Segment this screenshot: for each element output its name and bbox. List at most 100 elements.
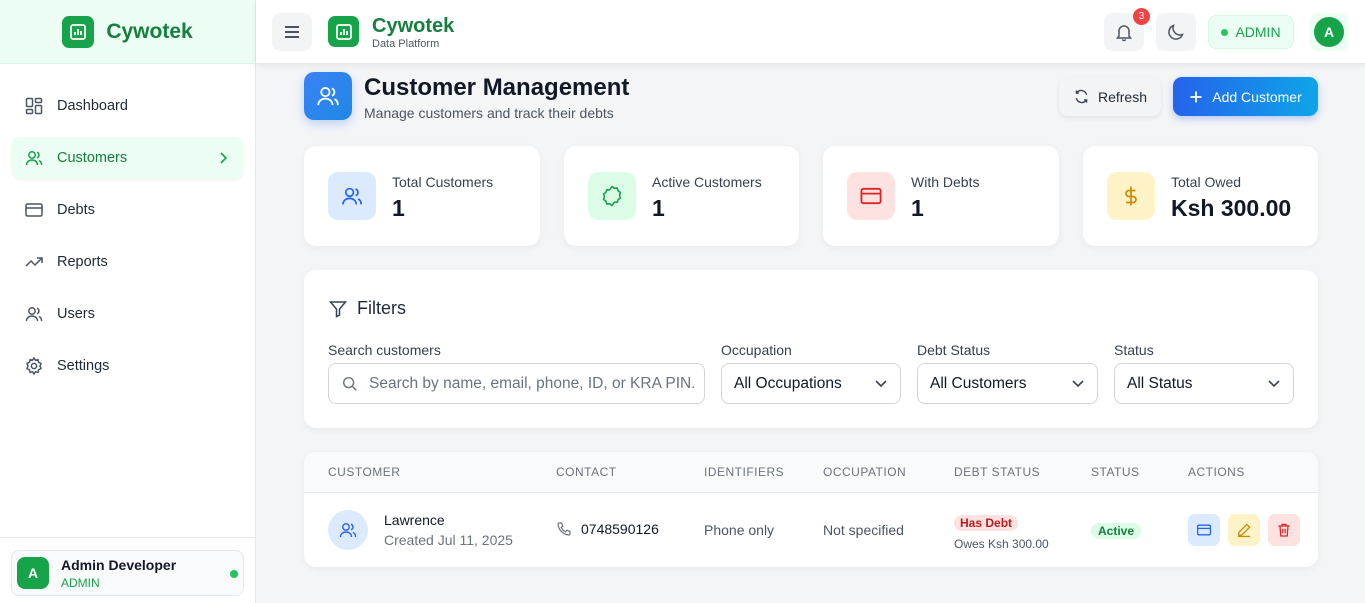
app-subtitle: Data Platform bbox=[372, 38, 440, 50]
add-customer-button[interactable]: Add Customer bbox=[1173, 77, 1318, 116]
table-header: CUSTOMER CONTACT IDENTIFIERS OCCUPATION … bbox=[304, 452, 1318, 493]
customer-created: Created Jul 11, 2025 bbox=[384, 532, 513, 548]
status-badge: Active bbox=[1091, 523, 1142, 539]
role-pill: ADMIN bbox=[1208, 15, 1294, 49]
phone-icon bbox=[556, 521, 572, 537]
bar-chart-logo-icon bbox=[62, 15, 95, 48]
plus-icon bbox=[1189, 90, 1203, 104]
users-icon bbox=[328, 172, 376, 220]
pencil-icon bbox=[1236, 522, 1252, 538]
menu-toggle-button[interactable] bbox=[272, 13, 312, 51]
customer-identifiers: Phone only bbox=[704, 522, 775, 538]
debt-status-label: Debt Status bbox=[917, 342, 991, 358]
edit-customer-button[interactable] bbox=[1228, 514, 1260, 546]
filter-icon bbox=[328, 299, 348, 319]
page-subtitle: Manage customers and track their debts bbox=[364, 105, 614, 121]
stat-card-total-customers: Total Customers 1 bbox=[304, 146, 540, 246]
stat-card-total-owed: Total Owed Ksh 300.00 bbox=[1083, 146, 1318, 246]
filters-heading: Filters bbox=[328, 298, 406, 319]
sidebar-user-card[interactable]: A Admin Developer ADMIN bbox=[11, 550, 244, 596]
stat-card-active-customers: Active Customers 1 bbox=[564, 146, 799, 246]
add-customer-label: Add Customer bbox=[1212, 88, 1302, 105]
stat-value: Ksh 300.00 bbox=[1171, 195, 1292, 221]
app-title: Cywotek bbox=[372, 15, 455, 37]
sidebar: Cywotek Dashboard Customers Debts Report… bbox=[0, 0, 256, 603]
status-select[interactable]: All Status bbox=[1114, 363, 1294, 404]
status-value: All Status bbox=[1127, 374, 1193, 392]
online-status-dot bbox=[230, 570, 238, 578]
occupation-select[interactable]: All Occupations bbox=[721, 363, 901, 404]
customer-contact: 0748590126 bbox=[556, 521, 659, 537]
sidebar-item-label: Users bbox=[57, 306, 95, 322]
column-header: ACTIONS bbox=[1188, 465, 1245, 479]
delete-customer-button[interactable] bbox=[1268, 514, 1300, 546]
stat-label: With Debts bbox=[911, 174, 980, 190]
sidebar-item-reports[interactable]: Reports bbox=[12, 241, 243, 283]
column-header: STATUS bbox=[1091, 465, 1140, 479]
users-icon bbox=[304, 72, 352, 120]
column-header: DEBT STATUS bbox=[954, 465, 1041, 479]
column-header: CUSTOMER bbox=[328, 465, 401, 479]
stat-value: 1 bbox=[392, 195, 405, 221]
sidebar-item-settings[interactable]: Settings bbox=[12, 345, 243, 387]
stat-label: Active Customers bbox=[652, 174, 762, 190]
sidebar-item-customers[interactable]: Customers bbox=[12, 137, 243, 179]
filters-title: Filters bbox=[357, 298, 406, 318]
customer-phone: 0748590126 bbox=[581, 521, 659, 537]
role-label: ADMIN bbox=[1235, 24, 1281, 40]
bell-icon bbox=[1114, 22, 1134, 42]
stat-value: 1 bbox=[652, 195, 665, 221]
sidebar-nav: Dashboard Customers Debts Reports Users … bbox=[0, 64, 255, 387]
view-debts-button[interactable] bbox=[1188, 514, 1220, 546]
column-header: CONTACT bbox=[556, 465, 617, 479]
page-title: Customer Management bbox=[364, 74, 630, 101]
refresh-button[interactable]: Refresh bbox=[1059, 77, 1161, 116]
debt-status-value: All Customers bbox=[930, 374, 1027, 392]
user-avatar-button[interactable]: A bbox=[1310, 13, 1348, 51]
search-icon bbox=[341, 375, 359, 393]
hamburger-icon bbox=[283, 24, 301, 40]
search-box bbox=[328, 363, 705, 404]
stat-value: 1 bbox=[911, 195, 924, 221]
trash-icon bbox=[1276, 522, 1292, 538]
debt-amount: Owes Ksh 300.00 bbox=[954, 537, 1049, 551]
search-label: Search customers bbox=[328, 342, 441, 358]
sidebar-item-label: Reports bbox=[57, 254, 108, 270]
stat-card-with-debts: With Debts 1 bbox=[823, 146, 1059, 246]
search-input[interactable] bbox=[369, 374, 694, 393]
sidebar-item-dashboard[interactable]: Dashboard bbox=[12, 85, 243, 127]
column-header: IDENTIFIERS bbox=[704, 465, 785, 479]
occupation-label: Occupation bbox=[721, 342, 792, 358]
sidebar-item-users[interactable]: Users bbox=[12, 293, 243, 335]
user-name: Admin Developer bbox=[61, 556, 177, 573]
customers-table: CUSTOMER CONTACT IDENTIFIERS OCCUPATION … bbox=[304, 452, 1318, 567]
refresh-label: Refresh bbox=[1097, 88, 1148, 105]
notifications-button[interactable]: 3 bbox=[1104, 8, 1150, 51]
filters-panel: Filters Search customers Occupation All … bbox=[304, 270, 1318, 428]
chevron-down-icon bbox=[1267, 379, 1281, 389]
customer-occupation: Not specified bbox=[823, 522, 904, 538]
credit-card-icon bbox=[847, 172, 895, 220]
stat-label: Total Customers bbox=[392, 174, 494, 190]
status-dot bbox=[1221, 28, 1229, 36]
theme-toggle-button[interactable] bbox=[1156, 13, 1196, 51]
refresh-icon bbox=[1073, 88, 1090, 105]
notification-count-badge: 3 bbox=[1133, 8, 1150, 25]
column-header: OCCUPATION bbox=[823, 465, 907, 479]
users-icon bbox=[328, 510, 368, 550]
credit-card-icon bbox=[24, 200, 44, 220]
sidebar-item-label: Dashboard bbox=[57, 98, 128, 114]
users-icon bbox=[24, 304, 44, 324]
chevron-down-icon bbox=[1071, 379, 1085, 389]
sidebar-brand[interactable]: Cywotek bbox=[0, 0, 255, 64]
divider bbox=[0, 537, 256, 538]
debt-status-badge: Has Debt bbox=[954, 515, 1019, 531]
credit-card-icon bbox=[1196, 522, 1212, 538]
user-role: ADMIN bbox=[61, 575, 100, 590]
debt-status-select[interactable]: All Customers bbox=[917, 363, 1098, 404]
status-label: Status bbox=[1114, 342, 1154, 358]
sidebar-item-label: Debts bbox=[57, 202, 95, 218]
sidebar-item-debts[interactable]: Debts bbox=[12, 189, 243, 231]
dollar-icon bbox=[1107, 172, 1155, 220]
moon-icon bbox=[1166, 22, 1186, 42]
